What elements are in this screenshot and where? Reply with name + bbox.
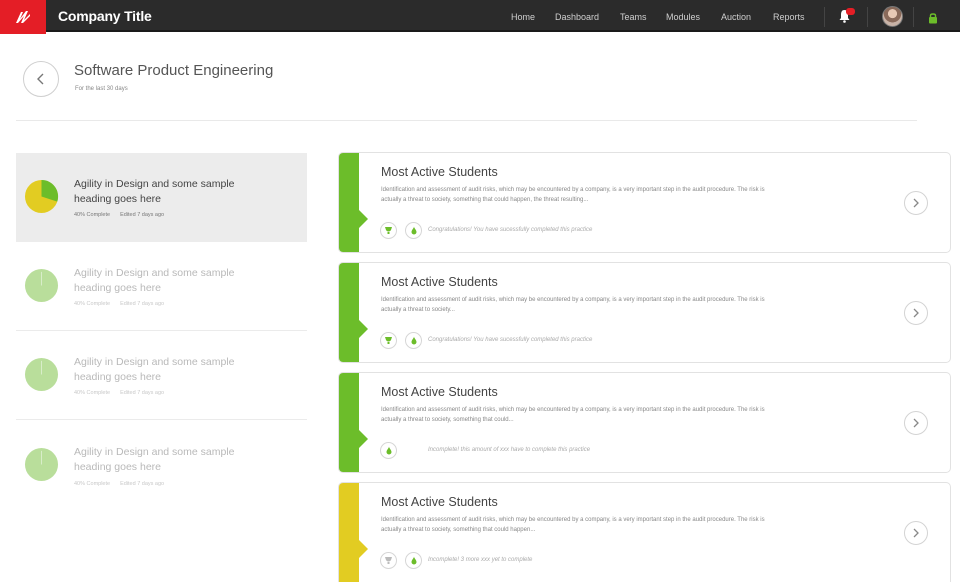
card-description: Identification and assessment of audit r… [381,187,765,203]
list-item[interactable]: Agility in Design and some sample headin… [16,331,307,420]
back-button[interactable] [23,61,59,97]
card-title: Most Active Students [381,165,498,179]
list-item[interactable]: Agility in Design and some sample headin… [16,242,307,331]
card-status-message: Incomplete! this amount of xxx have to c… [428,447,591,453]
card-open-button[interactable] [904,411,928,435]
card-accent-bar [339,263,368,362]
nav-modules[interactable]: Modules [666,12,700,22]
nav-reports[interactable]: Reports [773,12,805,22]
card-status-message: Incomplete! 3 more xxx yet to complete [428,557,533,563]
chevron-left-icon [37,73,44,85]
nav-home[interactable]: Home [511,12,535,22]
nav-divider [824,7,825,27]
card-description: Identification and assessment of audit r… [381,297,765,313]
trophy-icon [380,552,397,569]
top-navigation-bar: Company Title Home Dashboard Teams Modul… [0,0,960,34]
card-title: Most Active Students [381,385,498,399]
chevron-right-icon [913,528,919,538]
lock-icon[interactable] [928,11,938,29]
card-accent-bar [339,483,368,582]
drop-icon [405,552,422,569]
company-title[interactable]: Company Title [58,8,152,24]
page-title: Software Product Engineering [74,62,274,79]
card-description: Identification and assessment of audit r… [381,407,765,423]
practice-card[interactable]: Most Active Students Identification and … [338,262,951,363]
nav-divider [867,7,868,27]
trophy-icon [380,332,397,349]
list-item-meta: 40% Complete Edited 7 days ago [74,390,165,396]
list-item-meta: 40% Complete Edited 7 days ago [74,481,165,487]
card-status-message: Congratulations! You have sucessfully co… [428,227,593,233]
page-subtitle: For the last 30 days [75,86,128,92]
nav-divider [913,7,914,27]
card-title: Most Active Students [381,495,498,509]
drop-icon [405,222,422,239]
notification-badge [846,8,855,15]
list-item[interactable]: Agility in Design and some sample headin… [16,420,307,509]
progress-pie-icon [24,179,59,214]
card-accent-bar [339,373,368,472]
card-open-button[interactable] [904,521,928,545]
card-description: Identification and assessment of audit r… [381,517,765,533]
nav-dashboard[interactable]: Dashboard [555,12,599,22]
nav-teams[interactable]: Teams [620,12,647,22]
card-status-message: Congratulations! You have sucessfully co… [428,337,593,343]
nav-auction[interactable]: Auction [721,12,751,22]
list-item-title: Agility in Design and some sample headin… [74,178,235,205]
progress-pie-icon [24,447,59,482]
list-item-title: Agility in Design and some sample headin… [74,356,235,383]
progress-pie-icon [24,268,59,303]
chevron-right-icon [913,198,919,208]
card-title: Most Active Students [381,275,498,289]
list-item-meta: 40% Complete Edited 7 days ago [74,301,165,307]
list-item[interactable]: Agility in Design and some sample headin… [16,153,307,242]
chevron-right-icon [913,418,919,428]
card-open-button[interactable] [904,301,928,325]
chevron-right-icon [913,308,919,318]
avatar[interactable] [882,6,903,27]
trophy-icon [380,222,397,239]
drop-icon [405,332,422,349]
brand-logo-icon [16,11,30,23]
drop-icon [380,442,397,459]
header-divider [16,120,917,121]
practice-card[interactable]: Most Active Students Identification and … [338,152,951,253]
list-item-title: Agility in Design and some sample headin… [74,446,235,473]
practice-card[interactable]: Most Active Students Identification and … [338,372,951,473]
card-open-button[interactable] [904,191,928,215]
list-item-meta: 40% Complete Edited 7 days ago [74,212,165,218]
card-accent-bar [339,153,368,252]
practice-card[interactable]: Most Active Students Identification and … [338,482,951,582]
progress-pie-icon [24,357,59,392]
brand-logo[interactable] [0,0,46,34]
list-item-title: Agility in Design and some sample headin… [74,267,235,294]
